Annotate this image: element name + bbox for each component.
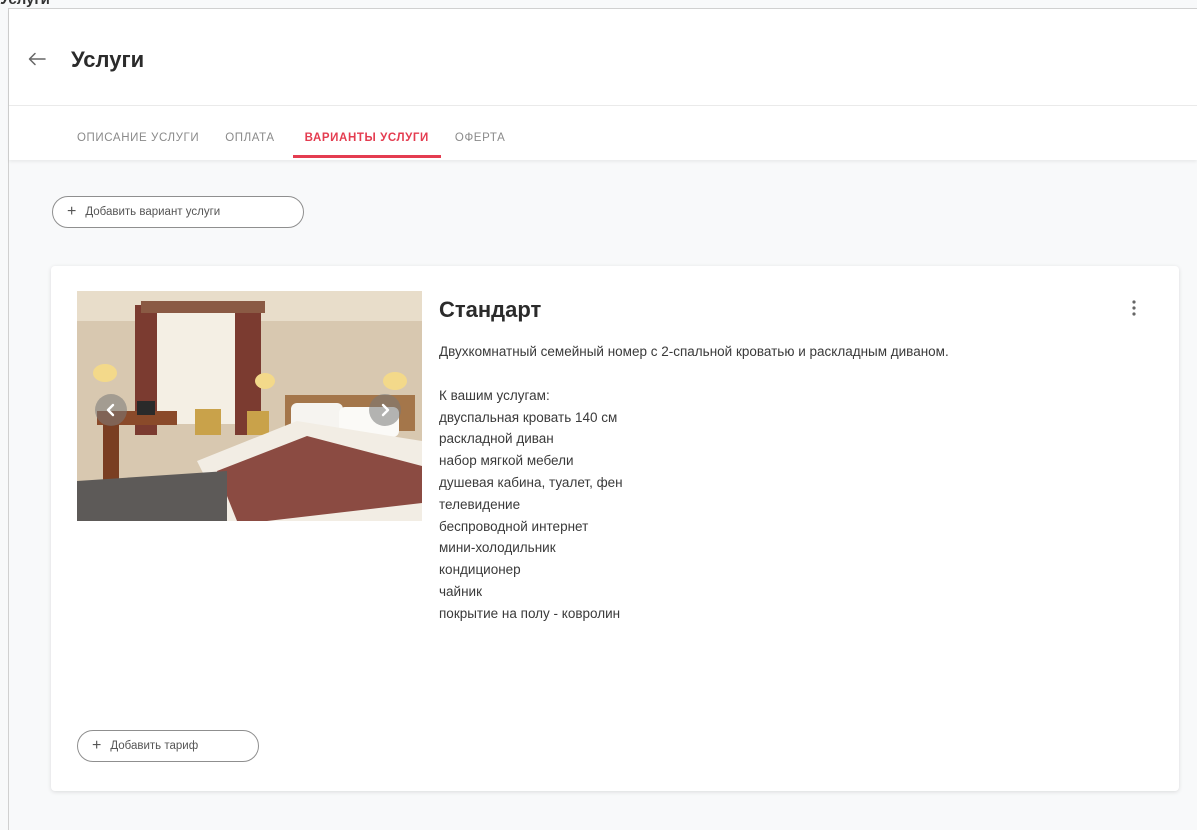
chevron-left-icon	[105, 403, 117, 417]
add-variant-button[interactable]: + Добавить вариант услуги	[52, 196, 304, 228]
amenity-item: двуспальная кровать 140 см	[439, 409, 618, 425]
arrow-left-icon	[28, 52, 46, 71]
amenity-item: мини-холодильник	[439, 540, 556, 556]
amenity-item: раскладной диван	[439, 431, 554, 447]
tab-service-variants[interactable]: ВАРИАНТЫ УСЛУГИ	[292, 115, 442, 160]
tab-label: ОФЕРТА	[454, 131, 506, 144]
plus-icon: +	[67, 203, 77, 220]
add-variant-label: Добавить вариант услуги	[85, 206, 221, 218]
amenity-item: кондиционер	[439, 562, 521, 578]
page-title: Услуги	[71, 47, 145, 72]
add-tariff-label: Добавить тариф	[110, 740, 199, 752]
next-photo-button[interactable]	[369, 394, 401, 426]
tab-bar: ОПИСАНИЕ УСЛУГИ ОПЛАТА ВАРИАНТЫ УСЛУГИ О…	[65, 115, 517, 160]
variant-card: Стандарт Двухкомнатный семейный номер с …	[51, 266, 1179, 791]
plus-icon: +	[92, 737, 102, 754]
description-text: Двухкомнатный семейный номер с 2-спально…	[439, 344, 949, 359]
more-options-button[interactable]	[1123, 298, 1145, 322]
top-crumb: Услуги	[0, 0, 50, 8]
amenity-item: душевая кабина, туалет, фен	[439, 474, 623, 490]
tab-offer[interactable]: ОФЕРТА	[443, 115, 517, 160]
prev-photo-button[interactable]	[95, 394, 127, 426]
page: Услуги Услуги ОПИСАНИЕ УСЛУГИ ОПЛАТА ВАР…	[0, 0, 1197, 830]
amenity-item: чайник	[439, 583, 482, 599]
variant-description: Двухкомнатный семейный номер с 2-спально…	[439, 341, 1079, 625]
back-button[interactable]	[23, 49, 51, 73]
amenity-item: беспроводной интернет	[439, 518, 589, 534]
variant-title: Стандарт	[439, 297, 542, 322]
tab-service-description[interactable]: ОПИСАНИЕ УСЛУГИ	[65, 115, 211, 160]
amenity-item: набор мягкой мебели	[439, 453, 574, 469]
more-vertical-icon	[1132, 299, 1136, 321]
add-tariff-button[interactable]: + Добавить тариф	[77, 730, 259, 762]
page-header: Услуги ОПИСАНИЕ УСЛУГИ ОПЛАТА ВАРИАНТЫ У…	[9, 9, 1197, 160]
amenities-heading: К вашим услугам:	[439, 387, 550, 403]
tab-label: ОПЛАТА	[225, 131, 275, 144]
amenity-item: телевидение	[439, 496, 521, 512]
tab-label: ВАРИАНТЫ УСЛУГИ	[304, 131, 429, 144]
chevron-right-icon	[379, 403, 391, 417]
header-divider	[9, 105, 1197, 106]
tab-payment[interactable]: ОПЛАТА	[213, 115, 286, 160]
tab-label: ОПИСАНИЕ УСЛУГИ	[77, 131, 200, 144]
variant-photo	[77, 291, 422, 521]
amenity-item: покрытие на полу - ковролин	[439, 605, 621, 621]
